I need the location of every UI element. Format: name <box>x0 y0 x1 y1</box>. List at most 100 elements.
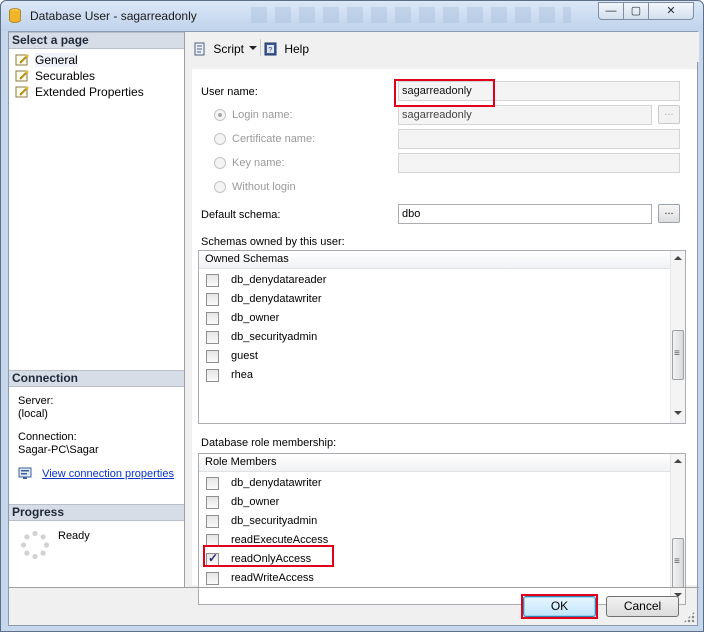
page-item-general[interactable]: General <box>13 52 144 68</box>
list-item[interactable]: db_denydatawriter <box>206 290 656 309</box>
script-icon <box>194 42 205 56</box>
role-checkbox[interactable] <box>206 515 219 528</box>
certificate-name-label: Certificate name: <box>232 133 316 145</box>
cancel-button[interactable]: Cancel <box>606 596 679 617</box>
toolbar-separator <box>260 39 261 56</box>
progress-header: Progress <box>9 504 184 521</box>
dialog-window: Database User - sagarreadonly — ▢ ✕ Sele… <box>0 0 704 632</box>
schemas-scrollbar[interactable] <box>670 251 685 423</box>
list-item[interactable]: readWriteAccess <box>206 569 656 588</box>
login-name-field[interactable]: sagarreadonly <box>398 105 652 125</box>
left-pane: Select a page General Securables Extende… <box>9 32 185 587</box>
page-item-extended-properties[interactable]: Extended Properties <box>13 84 144 100</box>
roles-scrollbar[interactable] <box>670 454 685 604</box>
footer-divider <box>9 587 699 588</box>
schema-checkbox[interactable] <box>206 293 219 306</box>
list-item[interactable]: db_owner <box>206 493 656 512</box>
role-name: db_owner <box>231 496 280 508</box>
role-checkbox[interactable] <box>206 477 219 490</box>
role-name: readWriteAccess <box>231 572 314 584</box>
list-item[interactable]: db_securityadmin <box>206 512 656 531</box>
progress-spinner-icon <box>20 530 50 560</box>
scroll-thumb[interactable] <box>672 330 684 380</box>
database-icon <box>9 8 21 23</box>
server-value: (local) <box>18 408 48 420</box>
connection-info: Server: (local) Connection: Sagar-PC\Sag… <box>18 395 99 457</box>
role-checkbox[interactable] <box>206 496 219 509</box>
schema-name: db_securityadmin <box>231 331 318 343</box>
list-item[interactable]: db_denydatareader <box>206 271 656 290</box>
schemas-owned-list: Owned Schemas db_denydatareader db_denyd… <box>198 250 686 424</box>
login-name-radio[interactable] <box>214 109 226 121</box>
key-name-label: Key name: <box>232 157 285 169</box>
default-schema-browse-button[interactable]: ... <box>658 204 680 223</box>
schema-checkbox[interactable] <box>206 369 219 382</box>
role-checkbox[interactable] <box>206 572 219 585</box>
page-item-securables[interactable]: Securables <box>13 68 144 84</box>
help-book-icon: ? <box>264 42 277 56</box>
schema-checkbox[interactable] <box>206 331 219 344</box>
title-bar: Database User - sagarreadonly — ▢ ✕ <box>1 1 703 31</box>
list-item[interactable]: db_owner <box>206 309 656 328</box>
login-name-browse-button[interactable]: ... <box>658 105 680 124</box>
dialog-client: Select a page General Securables Extende… <box>8 31 699 626</box>
chevron-down-icon[interactable] <box>249 46 257 50</box>
view-connection-link[interactable]: View connection properties <box>42 468 174 480</box>
schema-checkbox[interactable] <box>206 350 219 363</box>
role-name: db_denydatawriter <box>231 477 322 489</box>
scroll-thumb[interactable] <box>672 538 684 588</box>
maximize-button[interactable]: ▢ <box>623 2 649 20</box>
page-wrench-icon <box>15 86 29 98</box>
scroll-up-icon[interactable] <box>674 459 682 463</box>
scroll-up-icon[interactable] <box>674 256 682 260</box>
script-button[interactable]: Script <box>192 40 244 56</box>
highlight-annotation-ok <box>521 594 598 619</box>
schema-checkbox[interactable] <box>206 274 219 287</box>
resize-grip-icon[interactable] <box>683 611 695 623</box>
general-page-panel: User name: sagarreadonly Login name: sag… <box>192 69 697 605</box>
list-item[interactable]: db_securityadmin <box>206 328 656 347</box>
highlight-annotation-user <box>394 79 495 107</box>
role-membership-label: Database role membership: <box>201 437 337 449</box>
login-name-label: Login name: <box>232 109 293 121</box>
script-label: Script <box>213 41 245 56</box>
list-item[interactable]: db_denydatawriter <box>206 474 656 493</box>
minimize-button[interactable]: — <box>598 2 624 20</box>
connection-value: Sagar-PC\Sagar <box>18 444 99 456</box>
list-item[interactable]: rhea <box>206 366 656 385</box>
schema-name: db_owner <box>231 312 280 324</box>
help-button[interactable]: ? Help <box>263 40 309 56</box>
properties-icon <box>18 467 32 479</box>
scroll-down-icon[interactable] <box>674 411 682 415</box>
owned-schemas-column-header[interactable]: Owned Schemas <box>199 251 671 269</box>
page-wrench-icon <box>15 54 29 66</box>
page-label: Securables <box>35 69 96 83</box>
certificate-name-radio[interactable] <box>214 133 226 145</box>
key-name-field[interactable] <box>398 153 680 173</box>
svg-text:?: ? <box>268 47 272 54</box>
default-schema-field[interactable]: dbo <box>398 204 652 224</box>
schema-name: rhea <box>231 369 254 381</box>
view-connection-properties[interactable]: View connection properties <box>18 467 174 483</box>
background-toolbar-ghost <box>251 7 571 23</box>
default-schema-label: Default schema: <box>201 209 281 221</box>
list-item[interactable]: guest <box>206 347 656 366</box>
page-list: General Securables Extended Properties <box>13 52 144 100</box>
schema-checkbox[interactable] <box>206 312 219 325</box>
help-label: Help <box>284 41 310 56</box>
window-title: Database User - sagarreadonly <box>30 9 197 23</box>
key-name-radio[interactable] <box>214 157 226 169</box>
close-button[interactable]: ✕ <box>648 2 694 20</box>
progress-status: Ready <box>58 530 90 542</box>
schema-name: db_denydatawriter <box>231 293 322 305</box>
highlight-annotation-role <box>203 545 334 567</box>
page-wrench-icon <box>15 70 29 82</box>
toolbar: Script ? Help <box>186 32 699 62</box>
page-label: General <box>35 53 78 67</box>
role-members-column-header[interactable]: Role Members <box>199 454 671 472</box>
without-login-label: Without login <box>232 181 296 193</box>
role-name: db_securityadmin <box>231 515 318 527</box>
without-login-radio[interactable] <box>214 181 226 193</box>
schema-name: guest <box>231 350 258 362</box>
certificate-name-field[interactable] <box>398 129 680 149</box>
